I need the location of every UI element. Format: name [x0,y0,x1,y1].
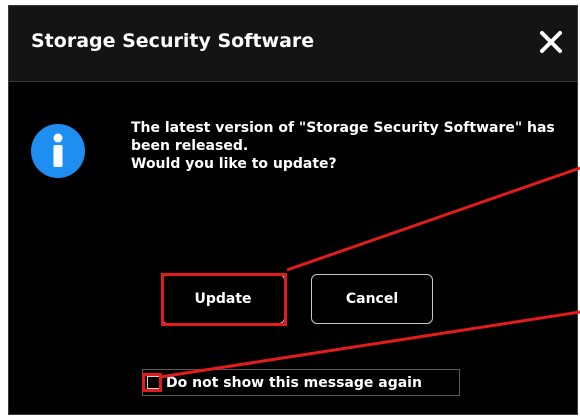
message-line: The latest version of "Storage Security … [131,120,555,136]
dont-show-again-label: Do not show this message again [166,374,422,391]
update-dialog: Storage Security Software The latest ver… [8,5,578,415]
cancel-button-label: Cancel [345,291,399,307]
dont-show-again-checkbox[interactable] [147,376,160,389]
close-button[interactable] [537,28,565,56]
update-message: The latest version of "Storage Security … [131,119,571,173]
dont-show-again-option[interactable]: Do not show this message again [142,369,460,396]
dialog-titlebar: Storage Security Software [9,6,577,82]
update-button[interactable]: Update [161,274,285,324]
dialog-title: Storage Security Software [31,30,315,52]
info-icon [31,124,85,178]
message-line: been released. [131,138,249,154]
update-button-label: Update [194,291,252,307]
message-line: Would you like to update? [131,156,337,172]
close-icon [540,31,562,53]
cancel-button[interactable]: Cancel [311,274,433,324]
